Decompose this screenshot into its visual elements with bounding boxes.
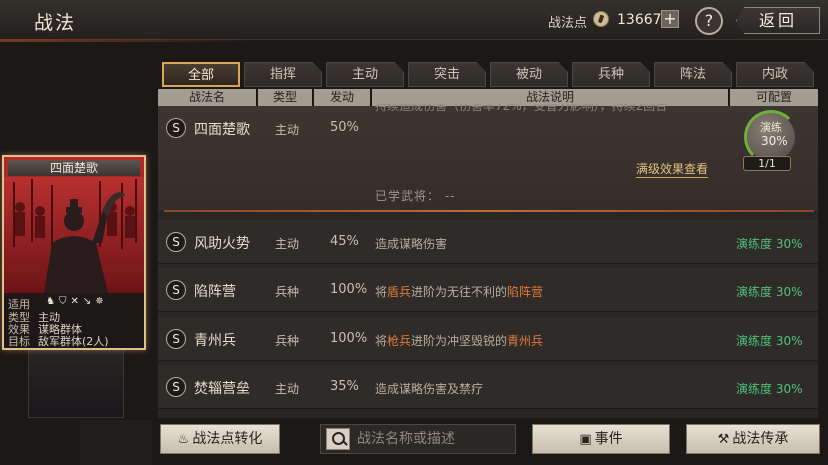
target-label: 目标 (8, 335, 30, 348)
events-button[interactable]: ▣ 事件 (532, 424, 670, 454)
full-effect-link[interactable]: 满级效果查看 (636, 160, 709, 178)
tactic-rate: 100% (330, 282, 368, 297)
drill-level: 演练度 30% (736, 237, 803, 251)
card-info-panel: 适用 ♞⛉✕↘✵ 类型 主动 效果 谋略群体 目标 敌军群体(2人) (4, 293, 144, 348)
tactic-row[interactable]: S 风助火势 主动 45% 造成谋略伤害 演练度 30% (158, 220, 818, 264)
tactic-row-expanded[interactable]: S 四面楚歌 主动 50% (158, 106, 818, 210)
convert-points-button[interactable]: ♨ 战法点转化 (160, 424, 280, 454)
tactic-description: 造成谋略伤害 (375, 237, 448, 251)
card-title: 四面楚歌 (8, 160, 140, 176)
tactic-card[interactable]: 四面楚歌 适用 ♞⛉✕↘✵ 类型 主动 效果 谋略群体 目标 敌军群体(2人) (2, 155, 146, 350)
tab-command[interactable]: 指挥 (244, 62, 322, 87)
help-button[interactable]: ? (695, 7, 723, 35)
col-config: 可配置 (730, 89, 818, 106)
tactic-points-label: 战法点 (548, 16, 588, 31)
shield-icon: ⛉ (58, 296, 71, 307)
col-type: 类型 (258, 89, 312, 106)
cavalry-icon: ♞ (46, 296, 59, 307)
hammer-icon: ⚒ (717, 432, 730, 447)
tactic-row[interactable]: S 焚辎营垒 主动 35% 造成谋略伤害及禁疗 演练度 30% (158, 365, 818, 409)
tab-assault[interactable]: 突击 (408, 62, 486, 87)
inherit-tactic-button[interactable]: ⚒ 战法传承 (686, 424, 820, 454)
tactic-rate: 50% (330, 120, 359, 135)
drill-level: 演练度 30% (736, 285, 803, 299)
search-icon[interactable] (326, 428, 350, 450)
tactic-description-scrolled: 持续造成伤害（伤害率72%，受智力影响），持续2回合 (375, 104, 668, 113)
tab-internal[interactable]: 内政 (736, 62, 814, 87)
tactic-type: 主动 (275, 123, 300, 137)
drill-percent: 30% (761, 134, 788, 148)
tab-all[interactable]: 全部 (162, 62, 240, 87)
tactic-rate: 35% (330, 379, 359, 394)
tactic-rate: 100% (330, 331, 368, 346)
flame-icon: ♨ (177, 432, 190, 447)
grade-badge: S (166, 377, 186, 397)
tactic-type: 兵种 (275, 334, 300, 348)
tab-passive[interactable]: 被动 (490, 62, 568, 87)
tab-troop[interactable]: 兵种 (572, 62, 650, 87)
back-button[interactable]: 返回 (736, 7, 820, 34)
tactic-description: 将枪兵进阶为冲坚毁锐的青州兵 (375, 334, 544, 348)
learned-value: -- (444, 189, 456, 203)
grade-badge: S (166, 118, 186, 138)
drill-count: 1/1 (743, 156, 791, 171)
tactic-type: 主动 (275, 237, 300, 251)
tactic-name: 风助火势 (194, 236, 250, 252)
bow-icon: ✕ (70, 296, 83, 307)
tactic-description: 造成谋略伤害及禁疗 (375, 382, 484, 396)
grade-badge: S (166, 232, 186, 252)
drill-level: 演练度 30% (736, 382, 803, 396)
add-points-button[interactable]: + (661, 10, 679, 28)
background-card-lower (80, 420, 152, 465)
background-card (28, 340, 124, 418)
tactic-type: 兵种 (275, 285, 300, 299)
tab-active[interactable]: 主动 (326, 62, 404, 87)
grade-badge: S (166, 329, 186, 349)
tactic-name: 陷阵营 (194, 284, 236, 300)
drill-label: 演练 (760, 121, 782, 134)
spear-icon: ↘ (82, 296, 96, 307)
col-name: 战法名 (158, 89, 256, 106)
search-input[interactable] (357, 428, 507, 450)
tactic-row[interactable]: S 青州兵 兵种 100% 将枪兵进阶为冲坚毁锐的青州兵 演练度 30% (158, 317, 818, 361)
category-tabs: 全部 指挥 主动 突击 被动 兵种 阵法 内政 (162, 62, 818, 88)
tactic-type: 主动 (275, 382, 300, 396)
grade-badge: S (166, 280, 186, 300)
tactic-row[interactable]: S 陷阵营 兵种 100% 将盾兵进阶为无往不利的陷阵营 演练度 30% (158, 268, 818, 312)
col-rate: 发动 (314, 89, 370, 106)
search-box (320, 424, 516, 454)
target-value: 敌军群体(2人) (38, 335, 109, 348)
tactic-name: 焚辎营垒 (194, 381, 250, 397)
drill-level: 演练度 30% (736, 334, 803, 348)
learned-label: 已学武将： (375, 189, 441, 203)
tab-formation[interactable]: 阵法 (654, 62, 732, 87)
learned-generals: 已学武将： -- (375, 187, 456, 204)
event-icon: ▣ (579, 432, 592, 447)
unit-type-icons: ♞⛉✕↘✵ (46, 296, 108, 307)
tactic-rate: 45% (330, 234, 359, 249)
top-bar: 战法 战法点 13667 + ? 返回 (0, 0, 828, 42)
tactic-name: 青州兵 (194, 333, 236, 349)
card-art-image (4, 177, 144, 293)
page-title: 战法 (34, 12, 77, 34)
tactic-points-icon (593, 11, 609, 27)
divider (164, 210, 814, 212)
siege-icon: ✵ (95, 296, 108, 307)
tactic-name: 四面楚歌 (194, 122, 250, 138)
tactic-points-value: 13667 (617, 12, 662, 28)
tactic-description: 将盾兵进阶为无往不利的陷阵营 (375, 285, 544, 299)
